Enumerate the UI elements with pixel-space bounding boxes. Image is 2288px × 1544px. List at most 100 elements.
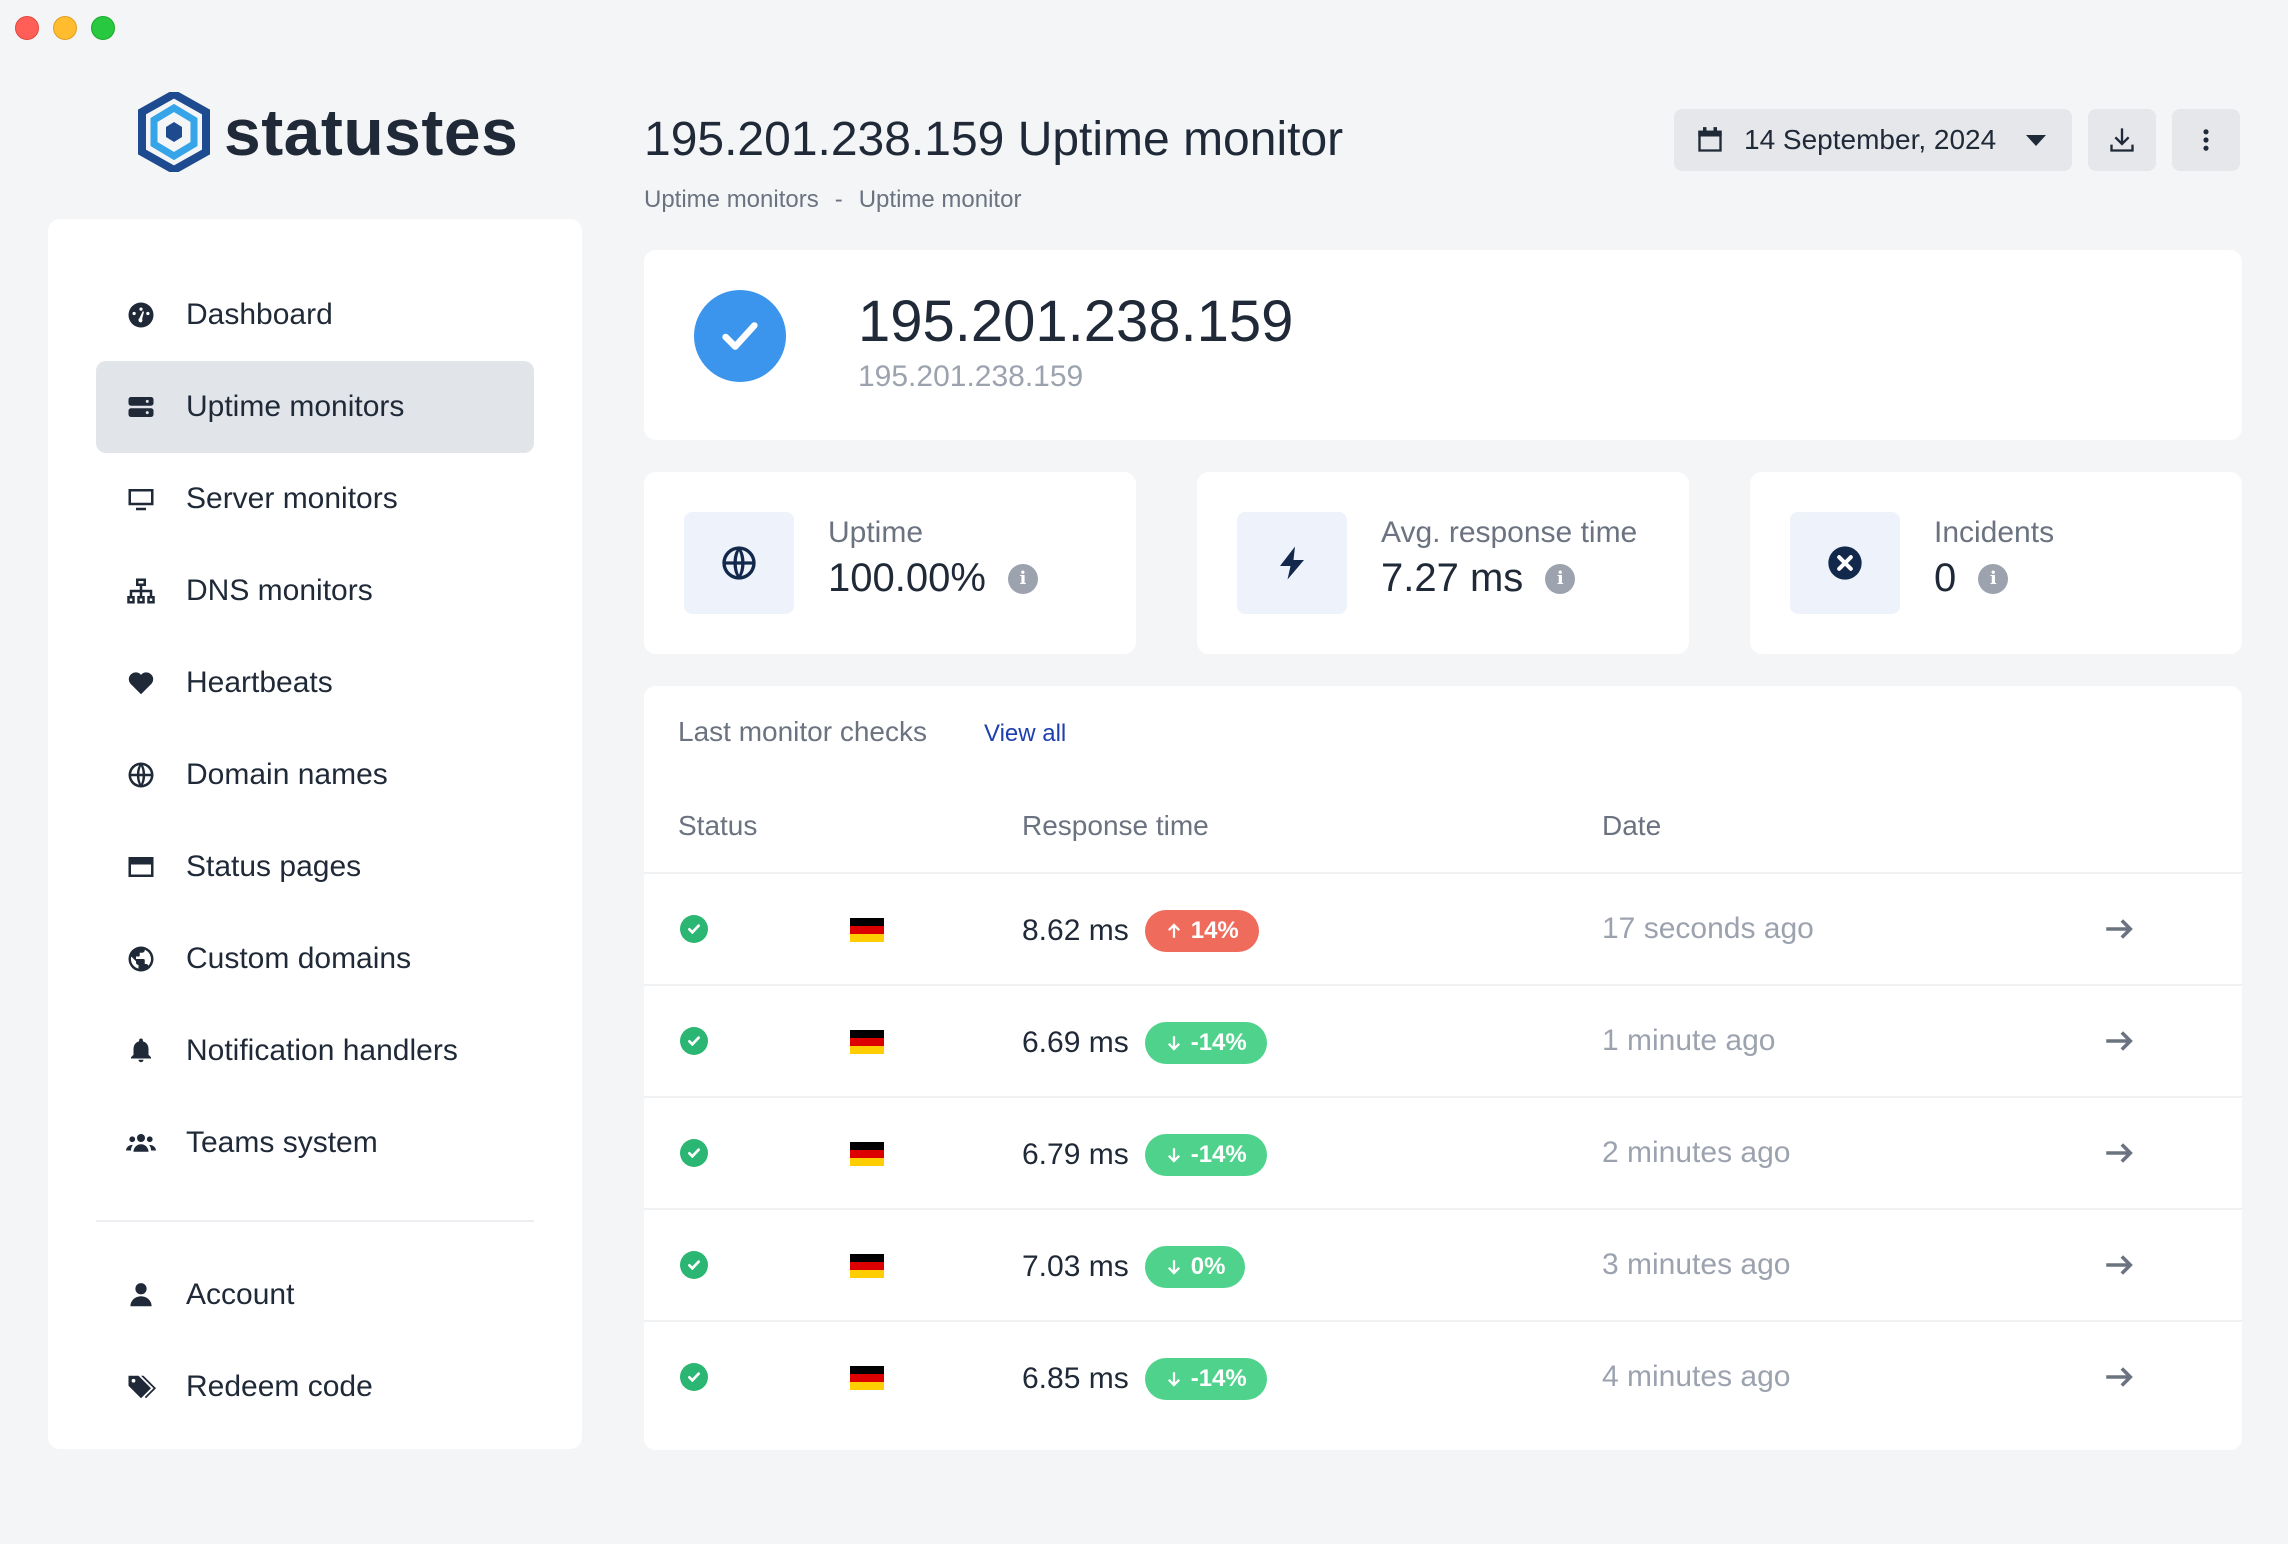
nav-divider	[96, 1220, 534, 1222]
brand-logo[interactable]: statustes	[138, 92, 518, 172]
response-cell: 6.79 ms -14%	[1022, 1134, 1267, 1176]
germany-flag-icon	[850, 1254, 884, 1278]
minimize-window-button[interactable]	[53, 16, 77, 40]
nav-label: Redeem code	[186, 1370, 373, 1403]
nav-label: Uptime monitors	[186, 390, 405, 423]
main-navigation: Dashboard Uptime monitors Server monitor…	[96, 269, 534, 1189]
change-value: -14%	[1190, 1029, 1247, 1056]
check-date: 1 minute ago	[1602, 1024, 1776, 1057]
info-icon[interactable]: i	[1978, 563, 2009, 594]
check-date: 17 seconds ago	[1602, 912, 1814, 945]
monitor-summary-card: 195.201.238.159 195.201.238.159	[644, 250, 2242, 440]
column-header-date: Date	[1602, 810, 1662, 841]
response-cell: 6.69 ms -14%	[1022, 1022, 1267, 1064]
last-checks-card: Last monitor checks View all Status Resp…	[644, 686, 2242, 1450]
response-time: 6.79 ms	[1022, 1138, 1129, 1171]
check-circle-icon	[680, 1251, 708, 1279]
response-cell: 8.62 ms 14%	[1022, 910, 1259, 952]
table-row[interactable]: 6.69 ms -14% 1 minute ago	[644, 984, 2242, 1096]
nav-item-notification-handlers[interactable]: Notification handlers	[96, 1005, 534, 1097]
change-badge: -14%	[1144, 1358, 1267, 1400]
check-date: 2 minutes ago	[1602, 1136, 1791, 1169]
breadcrumb-separator: -	[834, 186, 843, 213]
section-title: Last monitor checks	[678, 716, 927, 747]
nav-label: Account	[186, 1278, 295, 1311]
nav-label: Custom domains	[186, 942, 412, 975]
earth-icon	[126, 944, 156, 974]
status-check-icon	[694, 290, 786, 382]
change-value: 14%	[1190, 917, 1239, 944]
date-picker-button[interactable]: 14 September, 2024	[1674, 109, 2072, 171]
maximize-window-button[interactable]	[91, 16, 115, 40]
check-circle-icon	[680, 1139, 708, 1167]
table-row[interactable]: 6.79 ms -14% 2 minutes ago	[644, 1096, 2242, 1208]
stat-value-row: 0 i	[1934, 556, 2009, 601]
brand-name: statustes	[224, 95, 519, 169]
nav-item-dashboard[interactable]: Dashboard	[96, 269, 534, 361]
nav-item-heartbeats[interactable]: Heartbeats	[96, 637, 534, 729]
nav-label: Domain names	[186, 758, 388, 791]
check-circle-icon	[680, 915, 708, 943]
close-window-button[interactable]	[15, 16, 39, 40]
download-button[interactable]	[2088, 109, 2156, 171]
window-icon	[126, 852, 156, 882]
stat-card-avg-response: Avg. response time 7.27 ms i	[1197, 472, 1689, 654]
nav-item-account[interactable]: Account	[96, 1249, 534, 1341]
stat-value: 7.27 ms	[1381, 556, 1524, 600]
column-header-response: Response time	[1022, 810, 1209, 841]
arrow-right-icon[interactable]	[2102, 1248, 2136, 1282]
user-icon	[126, 1280, 156, 1310]
response-time: 7.03 ms	[1022, 1250, 1129, 1283]
arrow-right-icon[interactable]	[2102, 1360, 2136, 1394]
column-header-status: Status	[678, 810, 758, 841]
nav-item-redeem-code[interactable]: Redeem code	[96, 1341, 534, 1433]
germany-flag-icon	[850, 1366, 884, 1390]
stat-value: 100.00%	[828, 556, 986, 600]
nav-item-custom-domains[interactable]: Custom domains	[96, 913, 534, 1005]
monitor-target: 195.201.238.159	[858, 360, 1084, 393]
arrow-down-icon	[1167, 1148, 1180, 1163]
change-value: -14%	[1190, 1365, 1247, 1392]
table-row[interactable]: 7.03 ms 0% 3 minutes ago	[644, 1208, 2242, 1320]
sidebar: Dashboard Uptime monitors Server monitor…	[48, 219, 582, 1449]
info-icon[interactable]: i	[1007, 563, 1038, 594]
bolt-icon	[1237, 512, 1347, 614]
nav-label: Dashboard	[186, 298, 333, 331]
view-all-link[interactable]: View all	[984, 720, 1066, 748]
arrow-right-icon[interactable]	[2102, 1024, 2136, 1058]
arrow-down-icon	[1167, 1260, 1180, 1275]
more-options-button[interactable]	[2172, 109, 2240, 171]
change-badge: 0%	[1144, 1246, 1246, 1288]
arrow-right-icon[interactable]	[2102, 1136, 2136, 1170]
tags-icon	[126, 1372, 156, 1402]
germany-flag-icon	[850, 1030, 884, 1054]
info-icon[interactable]: i	[1545, 563, 1576, 594]
change-badge: -14%	[1144, 1134, 1267, 1176]
table-row[interactable]: 6.85 ms -14% 4 minutes ago	[644, 1320, 2242, 1432]
nav-item-uptime-monitors[interactable]: Uptime monitors	[96, 361, 534, 453]
nav-item-teams-system[interactable]: Teams system	[96, 1097, 534, 1189]
monitor-name: 195.201.238.159	[858, 289, 1294, 354]
nav-item-server-monitors[interactable]: Server monitors	[96, 453, 534, 545]
desktop-icon	[126, 484, 156, 514]
arrow-right-icon[interactable]	[2102, 912, 2136, 946]
breadcrumb-current: Uptime monitor	[858, 186, 1022, 213]
response-cell: 6.85 ms -14%	[1022, 1358, 1267, 1400]
breadcrumb-link-uptime-monitors[interactable]: Uptime monitors	[644, 186, 819, 214]
response-time: 8.62 ms	[1022, 914, 1129, 947]
page-title: 195.201.238.159 Uptime monitor	[644, 113, 1344, 166]
arrow-down-icon	[1167, 1372, 1180, 1387]
stat-label: Uptime	[828, 516, 924, 549]
stat-label: Incidents	[1934, 516, 2055, 549]
nav-item-status-pages[interactable]: Status pages	[96, 821, 534, 913]
table-row[interactable]: 8.62 ms 14% 17 seconds ago	[644, 872, 2242, 984]
nav-item-domain-names[interactable]: Domain names	[96, 729, 534, 821]
nav-item-dns-monitors[interactable]: DNS monitors	[96, 545, 534, 637]
calendar-icon	[1698, 127, 1722, 152]
germany-flag-icon	[850, 1142, 884, 1166]
check-date: 4 minutes ago	[1602, 1360, 1791, 1393]
account-navigation: Account Redeem code	[96, 1249, 534, 1433]
bell-icon	[126, 1036, 156, 1066]
response-cell: 7.03 ms 0%	[1022, 1246, 1246, 1288]
globe-icon	[684, 512, 794, 614]
